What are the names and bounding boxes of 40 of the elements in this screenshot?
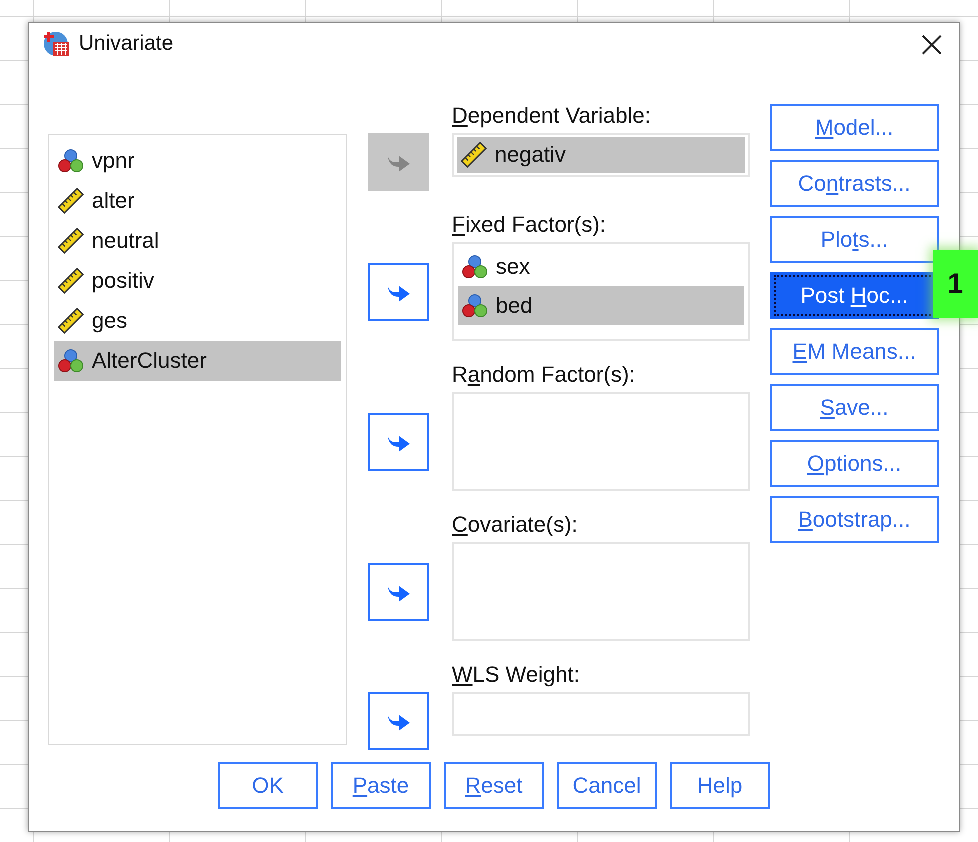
close-icon[interactable] <box>921 34 943 56</box>
variable-item[interactable]: bed <box>458 286 744 325</box>
dialog-button[interactable]: Cancel <box>557 762 657 809</box>
move-button[interactable] <box>368 562 429 620</box>
variable-item[interactable]: positiv <box>54 261 341 301</box>
field-label: Covariate(s): <box>452 512 579 539</box>
move-button[interactable] <box>368 262 429 320</box>
three-balls-icon <box>462 254 488 280</box>
dialog-button[interactable]: Reset <box>444 762 544 809</box>
variable-item[interactable]: vpnr <box>54 141 341 181</box>
dialog-button[interactable]: Save... <box>770 384 939 431</box>
step-badge: 1 <box>933 250 978 318</box>
window-title: Univariate <box>79 32 175 56</box>
variable-item[interactable]: ges <box>54 301 341 341</box>
dialog-button[interactable]: EM Means... <box>770 328 939 375</box>
dialog-button[interactable]: Post Hoc... <box>770 272 939 319</box>
app-icon <box>43 30 71 58</box>
dialog-button[interactable]: Help <box>670 762 770 809</box>
move-button[interactable] <box>368 692 429 750</box>
variable-item[interactable]: AlterCluster <box>54 341 341 381</box>
three-balls-icon <box>462 292 488 318</box>
dialog-button[interactable]: Contrasts... <box>770 160 939 207</box>
dialog-button[interactable]: Options... <box>770 440 939 487</box>
dialog-button[interactable]: Paste <box>331 762 431 809</box>
dialog-button[interactable]: Model... <box>770 104 939 151</box>
variable-item[interactable]: neutral <box>54 221 341 261</box>
field-label: WLS Weight: <box>452 662 581 689</box>
dialog-button[interactable]: OK <box>218 762 318 809</box>
variable-list[interactable]: vpnr alter neutral positiv ges AlterCluster <box>48 134 347 745</box>
field-label: Dependent Variable: <box>452 103 652 130</box>
field-label: Random Factor(s): <box>452 362 636 389</box>
dialog-button[interactable]: Bootstrap... <box>770 496 939 543</box>
variable-item[interactable]: sex <box>458 247 744 286</box>
three-balls-icon <box>58 148 84 174</box>
dialog-button[interactable]: Plots... <box>770 216 939 263</box>
field-label: Fixed Factor(s): <box>452 212 608 239</box>
variable-box[interactable]: sex bed <box>452 242 750 341</box>
three-balls-icon <box>58 348 84 374</box>
variable-item[interactable]: alter <box>54 181 341 221</box>
move-button[interactable] <box>368 412 429 470</box>
